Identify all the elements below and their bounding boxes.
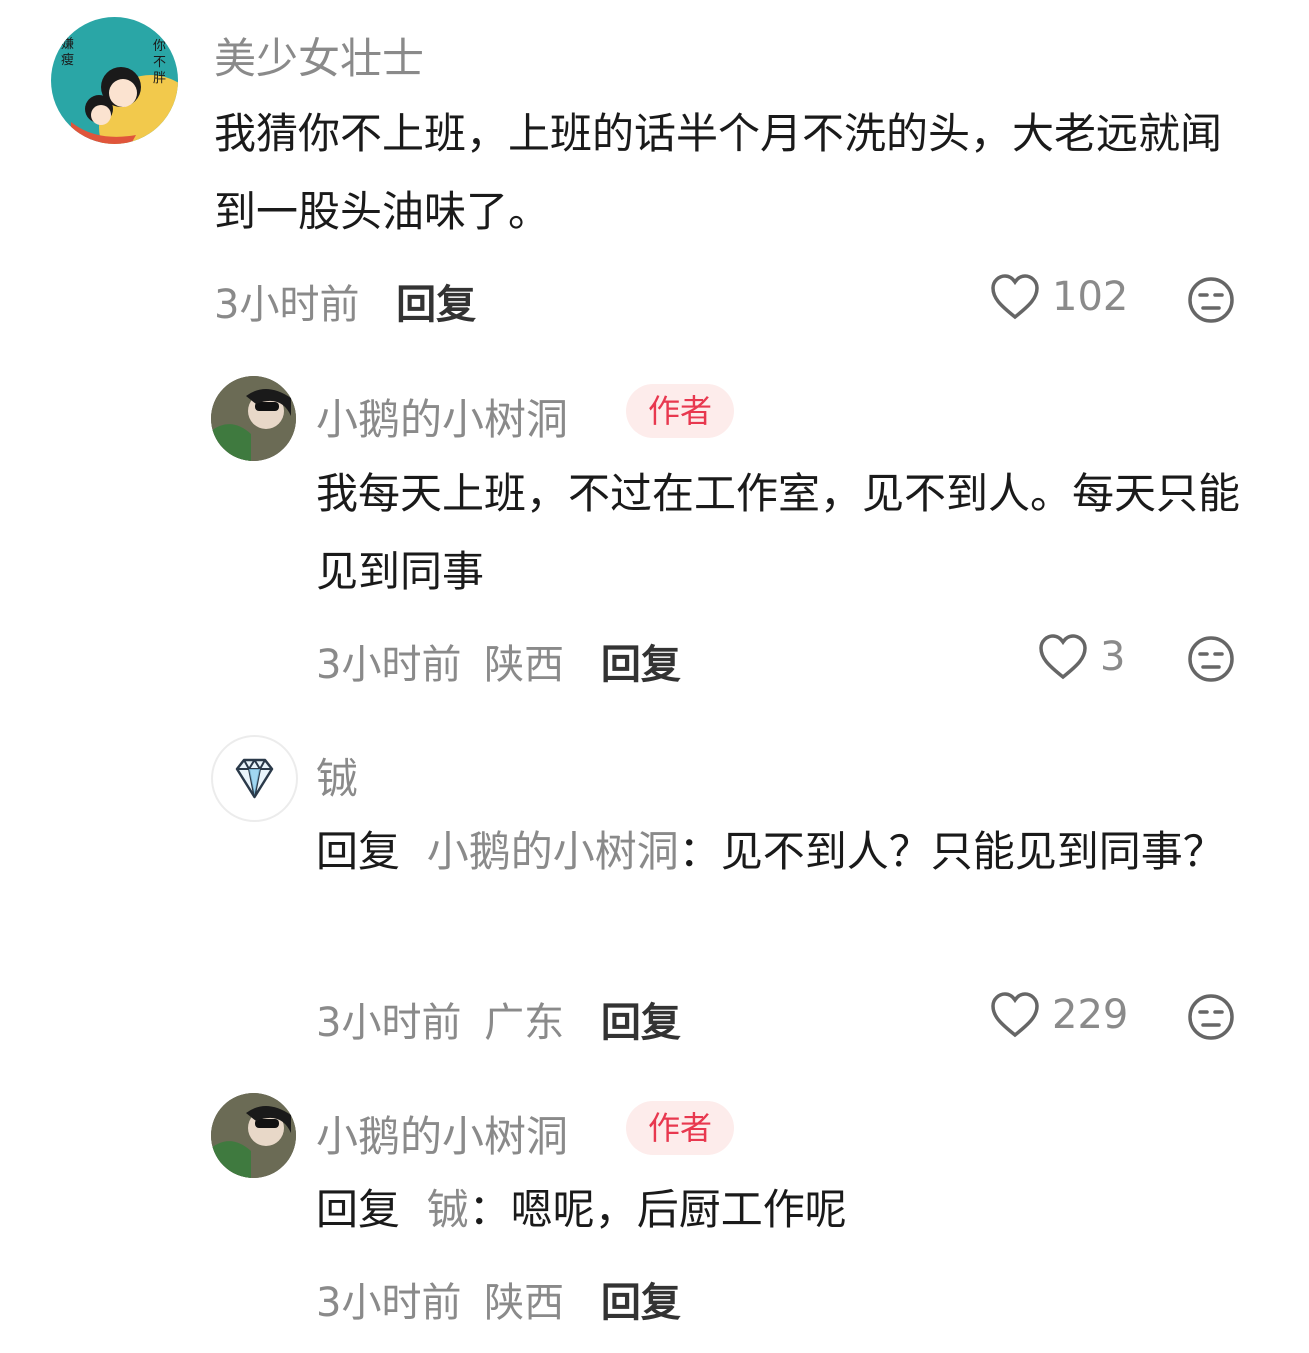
- heart-outline-icon: [991, 992, 1039, 1038]
- comment-text: 我猜你不上班，上班的话半个月不洗的头，大老远就闻到一股头油味了。: [214, 109, 1223, 236]
- reply-button[interactable]: 回复: [601, 1000, 681, 1046]
- comment-meta: 3小时前 回复: [214, 272, 476, 330]
- avatar[interactable]: [211, 735, 298, 822]
- comment-author[interactable]: 小鹅的小树洞: [316, 386, 568, 447]
- dislike-button[interactable]: [1187, 276, 1235, 328]
- meh-face-icon: [1188, 994, 1234, 1040]
- avatar-photo-icon: [211, 1093, 296, 1178]
- reply-button[interactable]: 回复: [396, 282, 476, 328]
- avatar-photo-icon: [211, 376, 296, 461]
- comment-location: 陕西: [484, 1280, 565, 1326]
- dislike-button[interactable]: [1187, 635, 1235, 687]
- meh-face-icon: [1188, 277, 1234, 323]
- diamond-icon: [235, 758, 274, 799]
- comment-text: 回复 铖：嗯呢，后厨工作呢: [316, 1171, 1256, 1249]
- like-count: 229: [1052, 992, 1129, 1038]
- comment-location: 广东: [484, 1000, 565, 1046]
- reply-target-mention[interactable]: 小鹅的小树洞: [427, 827, 679, 876]
- heart-outline-icon: [991, 274, 1039, 320]
- like-button[interactable]: 102: [990, 274, 1128, 320]
- comment-text: 我每天上班，不过在工作室，见不到人。每天只能见到同事: [316, 469, 1241, 596]
- like-count: 102: [1052, 274, 1129, 320]
- comment-time: 3小时前: [316, 1000, 462, 1046]
- reply-body: ：见不到人？只能见到同事？: [678, 827, 1225, 876]
- avatar[interactable]: 嫌瘦 你不胖: [51, 17, 178, 144]
- comment-time: 3小时前: [316, 642, 462, 688]
- reply-button[interactable]: 回复: [601, 642, 681, 688]
- reply-prefix: 回复: [316, 1185, 401, 1234]
- avatar[interactable]: [211, 1093, 296, 1178]
- avatar-text-left: 嫌瘦: [61, 37, 75, 68]
- comment-text: 回复 小鹅的小树洞：见不到人？只能见到同事？: [316, 813, 1256, 891]
- avatar-text-right: 你不胖: [153, 39, 167, 86]
- like-button[interactable]: 3: [1038, 634, 1125, 680]
- reply-prefix: 回复: [316, 827, 401, 876]
- comment-location: 陕西: [484, 642, 565, 688]
- reply-target-mention[interactable]: 铖: [427, 1185, 469, 1234]
- avatar[interactable]: [211, 376, 296, 461]
- reply-body: ：嗯呢，后厨工作呢: [468, 1185, 847, 1234]
- comment-author[interactable]: 铖: [316, 745, 358, 806]
- comment-meta: 3小时前 陕西 回复: [316, 632, 681, 690]
- comment-author[interactable]: 小鹅的小树洞: [316, 1103, 568, 1164]
- reply-button[interactable]: 回复: [601, 1280, 681, 1326]
- author-badge: 作者: [626, 384, 735, 438]
- comment-meta: 3小时前 陕西 回复: [316, 1270, 681, 1328]
- comment-time: 3小时前: [316, 1280, 462, 1326]
- meh-face-icon: [1188, 636, 1234, 682]
- like-count: 3: [1100, 634, 1126, 680]
- dislike-button[interactable]: [1187, 993, 1235, 1045]
- comment-time: 3小时前: [214, 282, 360, 328]
- like-button[interactable]: 229: [990, 992, 1128, 1038]
- comment-meta: 3小时前 广东 回复: [316, 990, 681, 1048]
- comment-author[interactable]: 美少女壮士: [214, 25, 424, 86]
- heart-outline-icon: [1039, 634, 1087, 680]
- author-badge: 作者: [626, 1101, 735, 1155]
